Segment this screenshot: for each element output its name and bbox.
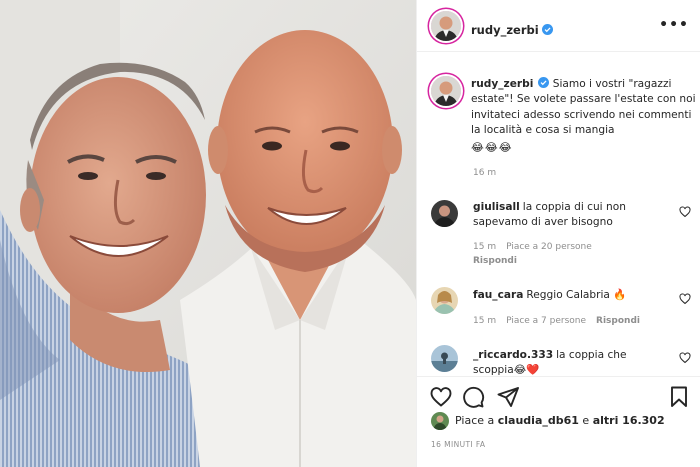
liker-avatar[interactable] xyxy=(431,412,449,430)
comment-time: 15 m xyxy=(473,316,497,326)
caption-username[interactable]: rudy_zerbi xyxy=(471,78,533,90)
likes-prefix: Piace a xyxy=(455,414,498,427)
post-actions: Piace a claudia_db61 e altri 16.302 16 M… xyxy=(417,376,700,467)
caption-text: rudy_zerbi Siamo i vostri "ragazzi estat… xyxy=(471,77,700,155)
avatar-image xyxy=(431,200,458,227)
caption-timestamp: 16 m xyxy=(473,168,497,178)
avatar-image xyxy=(431,76,461,106)
verified-badge-icon xyxy=(538,77,550,88)
comment-meta: 15 m Piace a 7 persone Rispondi xyxy=(473,316,650,326)
comment-item: _riccardo.333 la coppia che scoppia😂❤️ xyxy=(431,345,693,376)
caption-author-avatar[interactable] xyxy=(431,76,461,106)
liker-username[interactable]: claudia_db61 xyxy=(498,414,579,427)
comment-text: giulisall la coppia di cui non sapevamo d… xyxy=(473,200,669,230)
comment-time: 15 m xyxy=(473,242,497,252)
comment-text: fau_cara Reggio Calabria 🔥 xyxy=(473,288,669,303)
reply-button[interactable]: Rispondi xyxy=(473,256,517,266)
selfie-photo-illustration xyxy=(0,0,416,467)
comment-item: giulisall la coppia di cui non sapevamo d… xyxy=(431,200,693,270)
post-timestamp: 16 MINUTI FA xyxy=(431,440,486,449)
paper-plane-icon[interactable] xyxy=(496,385,520,409)
post-details-panel: rudy_zerbi ••• rudy_zerbi Siamo i vostri… xyxy=(416,0,700,467)
comment-bubble-icon[interactable] xyxy=(461,385,485,409)
heart-icon[interactable] xyxy=(429,385,453,409)
verified-badge-icon xyxy=(541,24,553,35)
likes-text: Piace a claudia_db61 e altri 16.302 xyxy=(455,414,665,427)
avatar-image xyxy=(431,412,449,430)
avatar-image xyxy=(431,11,461,41)
post-photo[interactable] xyxy=(0,0,416,467)
author-username[interactable]: rudy_zerbi xyxy=(471,23,539,37)
comment-text: _riccardo.333 la coppia che scoppia😂❤️ xyxy=(473,348,653,376)
likes-middle: e xyxy=(578,414,593,427)
comment-body: Reggio Calabria 🔥 xyxy=(526,289,627,301)
likes-others-count[interactable]: altri 16.302 xyxy=(593,414,665,427)
commenter-avatar[interactable] xyxy=(431,345,458,372)
comment-item: fau_cara Reggio Calabria 🔥 15 m Piace a 7 … xyxy=(431,287,693,332)
comment-like-heart-icon[interactable] xyxy=(679,206,691,218)
comment-like-heart-icon[interactable] xyxy=(679,293,691,305)
comment-meta: 15 m Piace a 20 persone xyxy=(473,242,602,252)
post-header: rudy_zerbi ••• xyxy=(417,0,700,52)
comment-username[interactable]: fau_cara xyxy=(473,289,523,301)
comment-username[interactable]: giulisall xyxy=(473,201,520,213)
commenter-avatar[interactable] xyxy=(431,287,458,314)
author-avatar[interactable] xyxy=(431,11,461,41)
comment-likes[interactable]: Piace a 20 persone xyxy=(506,242,592,252)
post-caption: rudy_zerbi Siamo i vostri "ragazzi estat… xyxy=(431,74,696,184)
comment-like-heart-icon[interactable] xyxy=(679,352,691,364)
comment-username[interactable]: _riccardo.333 xyxy=(473,349,553,361)
comment-likes[interactable]: Piace a 7 persone xyxy=(506,316,586,326)
avatar-image xyxy=(431,345,458,372)
reply-button[interactable]: Rispondi xyxy=(596,316,640,326)
caption-emoji: 😂😂😂 xyxy=(471,141,513,155)
more-options-icon[interactable]: ••• xyxy=(659,18,689,32)
commenter-avatar[interactable] xyxy=(431,200,458,227)
avatar-image xyxy=(431,287,458,314)
bookmark-icon[interactable] xyxy=(667,385,691,409)
